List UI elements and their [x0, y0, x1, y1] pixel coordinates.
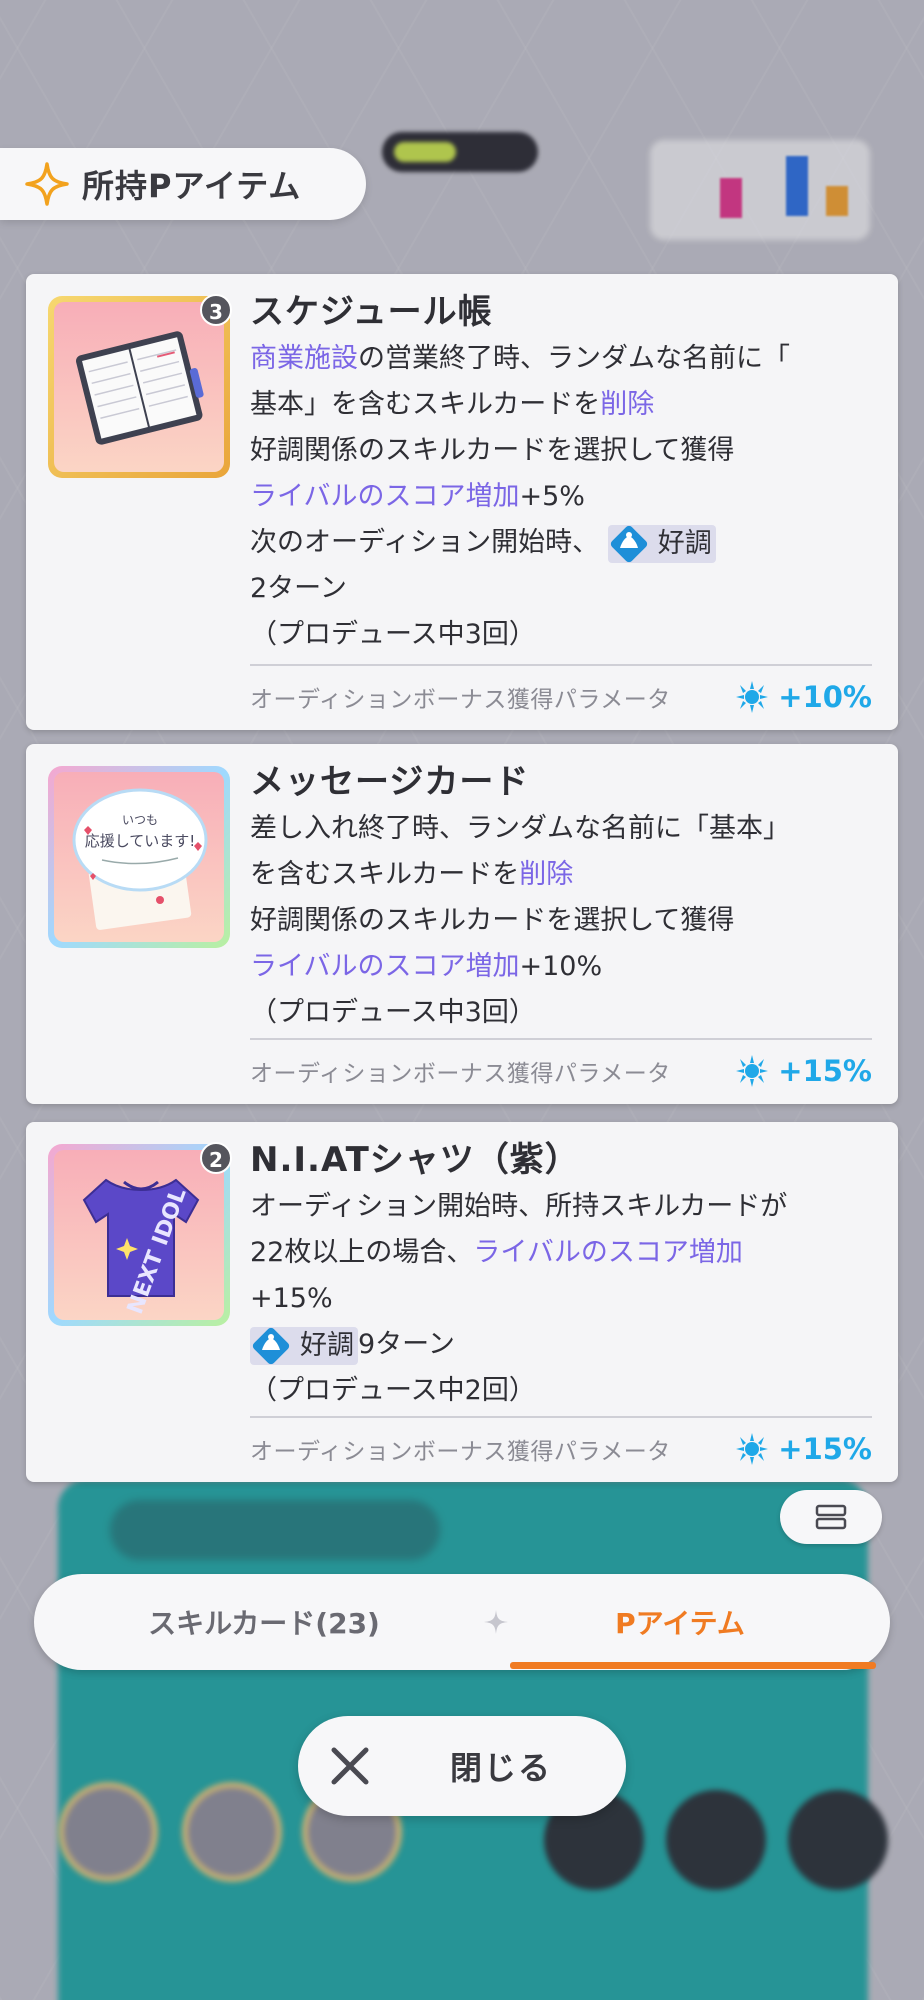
- desc-line: 22枚以上の場合、ライバルのスコア増加: [250, 1230, 872, 1276]
- item-icon-frame: いつも 応援しています!: [48, 766, 230, 948]
- panel-title: 所持Pアイテム: [82, 167, 302, 205]
- bonus-value: +15%: [778, 1054, 872, 1088]
- desc-line: 好調関係のスキルカードを選択して獲得: [250, 435, 735, 466]
- desc-text: の営業終了時、ランダムな名前に「: [358, 343, 790, 374]
- keyword-link: 削除: [519, 859, 574, 890]
- bonus-row: オーディションボーナス獲得パラメータ +15%: [250, 1416, 872, 1480]
- p-item-card[interactable]: いつも 応援しています! メッセージカード 差し入れ終了時、ランダムな名前に「基…: [26, 744, 898, 1104]
- tshirt-icon: NEXT IDOL: [54, 1150, 224, 1320]
- desc-line: 商業施設の営業終了時、ランダムな名前に「: [250, 336, 872, 382]
- card-text: 応援しています!: [85, 832, 196, 850]
- close-button[interactable]: 閉じる: [298, 1716, 626, 1816]
- desc-text: 基本」を含むスキルカードを: [250, 389, 601, 420]
- splash-bonus-icon: [736, 1433, 769, 1465]
- list-view-icon: [815, 1504, 847, 1530]
- item-count-badge: 3: [200, 294, 232, 326]
- message-card-icon: いつも 応援しています!: [54, 772, 224, 942]
- item-description: N.I.ATシャツ（紫） オーディション開始時、所持スキルカードが 22枚以上の…: [250, 1136, 872, 1414]
- keyword-link: 商業施設: [250, 343, 358, 374]
- item-name: スケジュール帳: [250, 292, 493, 332]
- desc-line: （プロデュース中2回）: [250, 1375, 536, 1406]
- view-toggle-button[interactable]: [780, 1490, 882, 1544]
- keyword-link: 削除: [600, 389, 655, 420]
- item-name: N.I.ATシャツ（紫）: [250, 1140, 580, 1180]
- sparkle-icon: [25, 162, 69, 206]
- p-item-card[interactable]: NEXT IDOL 2 N.I.ATシャツ（紫） オーディション開始時、所持スキ…: [26, 1122, 898, 1482]
- desc-text: 22枚以上の場合、: [250, 1237, 474, 1268]
- buff-pill: 好調: [607, 524, 716, 563]
- desc-line: 好調 9ターン: [250, 1322, 872, 1368]
- item-description: スケジュール帳 商業施設の営業終了時、ランダムな名前に「 基本」を含むスキルカー…: [250, 288, 872, 658]
- desc-line: 2ターン: [250, 573, 347, 604]
- keyword-link: ライバルのスコア増加: [250, 951, 520, 982]
- buff-name: 好調: [300, 1329, 354, 1361]
- good-condition-icon: [252, 1327, 290, 1364]
- desc-line: （プロデュース中3回）: [250, 619, 536, 650]
- item-description: メッセージカード 差し入れ終了時、ランダムな名前に「基本」 を含むスキルカードを…: [250, 758, 872, 1036]
- desc-line: 基本」を含むスキルカードを削除: [250, 382, 872, 428]
- bonus-value: +15%: [778, 1432, 872, 1466]
- desc-line: ライバルのスコア増加+10%: [250, 944, 872, 990]
- desc-line: 好調関係のスキルカードを選択して獲得: [250, 905, 735, 936]
- close-button-label: 閉じる: [450, 1749, 553, 1787]
- active-tab-indicator: [510, 1662, 876, 1669]
- desc-line: ライバルのスコア増加+5%: [250, 474, 872, 520]
- splash-bonus-icon: [736, 681, 769, 713]
- tab-p-items[interactable]: Pアイテム: [510, 1574, 850, 1670]
- tab-skill-cards[interactable]: スキルカード(23): [74, 1574, 454, 1670]
- buff-pill: 好調: [250, 1326, 358, 1365]
- tab-bar: スキルカード(23) Pアイテム: [34, 1574, 890, 1670]
- desc-line: +15%: [250, 1283, 333, 1314]
- desc-line: 次のオーディション開始時、 好調: [250, 520, 872, 566]
- item-icon-frame: 3: [48, 294, 232, 478]
- keyword-link: ライバルのスコア増加: [250, 481, 520, 512]
- desc-text: +5%: [519, 481, 585, 512]
- bonus-value: +10%: [778, 680, 872, 714]
- item-icon-frame: NEXT IDOL 2: [48, 1142, 232, 1326]
- bonus-label: オーディションボーナス獲得パラメータ: [250, 1439, 671, 1465]
- desc-text: を含むスキルカードを: [250, 859, 520, 890]
- sparkle-separator-icon: [484, 1610, 508, 1634]
- p-item-card[interactable]: 3 スケジュール帳 商業施設の営業終了時、ランダムな名前に「 基本」を含むスキル…: [26, 274, 898, 730]
- desc-line: を含むスキルカードを削除: [250, 852, 872, 898]
- schedule-book-icon: [54, 302, 224, 472]
- bonus-label: オーディションボーナス獲得パラメータ: [250, 687, 671, 713]
- buff-name: 好調: [657, 527, 712, 559]
- splash-bonus-icon: [736, 1055, 769, 1087]
- desc-text: 次のオーディション開始時、: [250, 527, 600, 558]
- panel-title-tag: 所持Pアイテム: [0, 148, 366, 220]
- bonus-label: オーディションボーナス獲得パラメータ: [250, 1061, 671, 1087]
- item-name: メッセージカード: [250, 762, 530, 802]
- bonus-row: オーディションボーナス獲得パラメータ +15%: [250, 1038, 872, 1102]
- item-count-badge: 2: [200, 1142, 232, 1174]
- desc-text: 9ターン: [358, 1329, 455, 1360]
- desc-line: オーディション開始時、所持スキルカードが: [250, 1191, 788, 1222]
- card-text: いつも: [122, 813, 158, 827]
- good-condition-icon: [610, 525, 647, 562]
- keyword-link: ライバルのスコア増加: [473, 1237, 743, 1268]
- desc-line: 差し入れ終了時、ランダムな名前に「基本」: [250, 813, 790, 844]
- bonus-row: オーディションボーナス獲得パラメータ +10%: [250, 664, 872, 728]
- close-icon: [331, 1747, 369, 1785]
- desc-text: +10%: [519, 951, 603, 982]
- desc-line: （プロデュース中3回）: [250, 997, 536, 1028]
